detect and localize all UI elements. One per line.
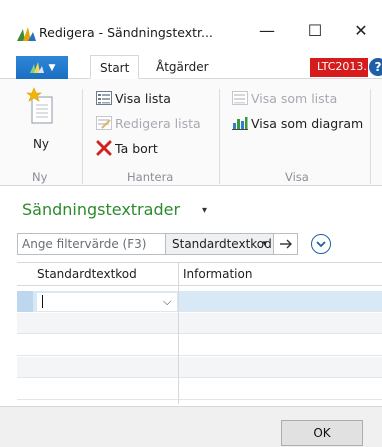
- new-button[interactable]: Ny: [22, 87, 60, 153]
- show-as-chart-button[interactable]: Visa som diagram: [232, 114, 363, 132]
- table-row[interactable]: [17, 335, 382, 356]
- group-label-visa: Visa: [285, 170, 309, 184]
- group-label-ny: Ny: [32, 170, 48, 184]
- new-document-icon: [26, 87, 53, 124]
- view-list-label: Visa lista: [115, 90, 171, 106]
- arrow-right-icon: [279, 239, 292, 249]
- ok-button[interactable]: OK: [281, 420, 363, 446]
- standardtextkod-cell[interactable]: [37, 338, 177, 354]
- app-logo-icon: [17, 27, 36, 41]
- column-header-information[interactable]: Information: [183, 267, 252, 281]
- table-row[interactable]: ⌵: [17, 291, 382, 312]
- table-row[interactable]: [17, 357, 382, 378]
- title-bar: Redigera - Sändningstextr... — ☐ ✕: [0, 0, 382, 42]
- filter-input[interactable]: [17, 233, 166, 255]
- ribbon-tab-strip: ▼ Start Åtgärder LTC2013... ?: [0, 55, 382, 79]
- edit-list-button[interactable]: Redigera lista: [96, 114, 201, 132]
- page-title[interactable]: Sändningstextrader: [22, 200, 180, 219]
- chevron-down-icon: ▼: [48, 62, 56, 73]
- delete-icon: [96, 140, 112, 156]
- group-label-hantera: Hantera: [127, 170, 174, 184]
- application-menu-button[interactable]: ▼: [16, 56, 68, 79]
- delete-button[interactable]: Ta bort: [96, 139, 158, 157]
- company-badge[interactable]: LTC2013...: [310, 58, 368, 77]
- standardtextkod-cell[interactable]: [37, 382, 177, 398]
- app-menu-logo-icon: [29, 61, 44, 73]
- show-as-list-label: Visa som lista: [251, 90, 338, 106]
- new-button-label: Ny: [32, 137, 50, 151]
- lines-grid: Standardtextkod Information ⌵: [17, 262, 382, 404]
- ribbon: Ny Ny Visa lista Redigera lista Ta bort …: [0, 79, 382, 186]
- edit-list-label: Redigera lista: [115, 115, 201, 131]
- apply-filter-button[interactable]: [274, 233, 298, 255]
- close-button[interactable]: ✕: [346, 18, 376, 42]
- standardtextkod-cell[interactable]: [37, 360, 177, 376]
- tab-actions[interactable]: Åtgärder: [147, 55, 218, 79]
- group-separator: [219, 89, 220, 184]
- chevron-down-icon: ▾: [262, 239, 267, 249]
- window-title: Redigera - Sändningstextr...: [39, 25, 213, 40]
- filter-field-select[interactable]: Standardtextkod ▾: [166, 233, 274, 255]
- bar-chart-icon: [232, 117, 248, 130]
- information-cell[interactable]: [183, 382, 373, 398]
- page-title-caret-icon[interactable]: ▾: [202, 205, 207, 216]
- group-separator: [82, 89, 83, 184]
- expand-filter-button[interactable]: [311, 234, 331, 254]
- show-as-list-button[interactable]: Visa som lista: [232, 89, 337, 107]
- standardtextkod-cell[interactable]: [37, 316, 177, 332]
- tab-start[interactable]: Start: [90, 55, 140, 79]
- delete-label: Ta bort: [115, 140, 158, 156]
- table-row[interactable]: [17, 313, 382, 334]
- help-icon[interactable]: ?: [369, 58, 382, 76]
- text-caret: [42, 295, 43, 308]
- grid-header: Standardtextkod Information: [17, 262, 382, 286]
- information-cell[interactable]: [183, 316, 373, 332]
- table-row[interactable]: [17, 379, 382, 400]
- column-divider[interactable]: [178, 262, 179, 404]
- column-header-standardtextkod[interactable]: Standardtextkod: [37, 267, 137, 281]
- edit-list-icon: [96, 116, 112, 130]
- view-list-button[interactable]: Visa lista: [96, 89, 171, 107]
- chevron-down-circle-icon: [316, 241, 326, 248]
- list-view-icon: [96, 91, 112, 105]
- standardtextkod-cell-input[interactable]: [37, 293, 177, 311]
- information-cell[interactable]: [178, 291, 382, 312]
- minimize-button[interactable]: —: [252, 18, 282, 42]
- maximize-button[interactable]: ☐: [300, 18, 330, 42]
- chevron-down-icon[interactable]: ⌵: [163, 295, 171, 309]
- information-cell[interactable]: [183, 360, 373, 376]
- filter-field-label: Standardtextkod: [172, 237, 272, 251]
- group-separator: [370, 89, 371, 184]
- dialog-footer: OK: [0, 406, 382, 447]
- information-cell[interactable]: [183, 338, 373, 354]
- show-as-chart-label: Visa som diagram: [251, 115, 364, 131]
- row-indicator[interactable]: [17, 291, 33, 312]
- list-icon: [232, 91, 248, 105]
